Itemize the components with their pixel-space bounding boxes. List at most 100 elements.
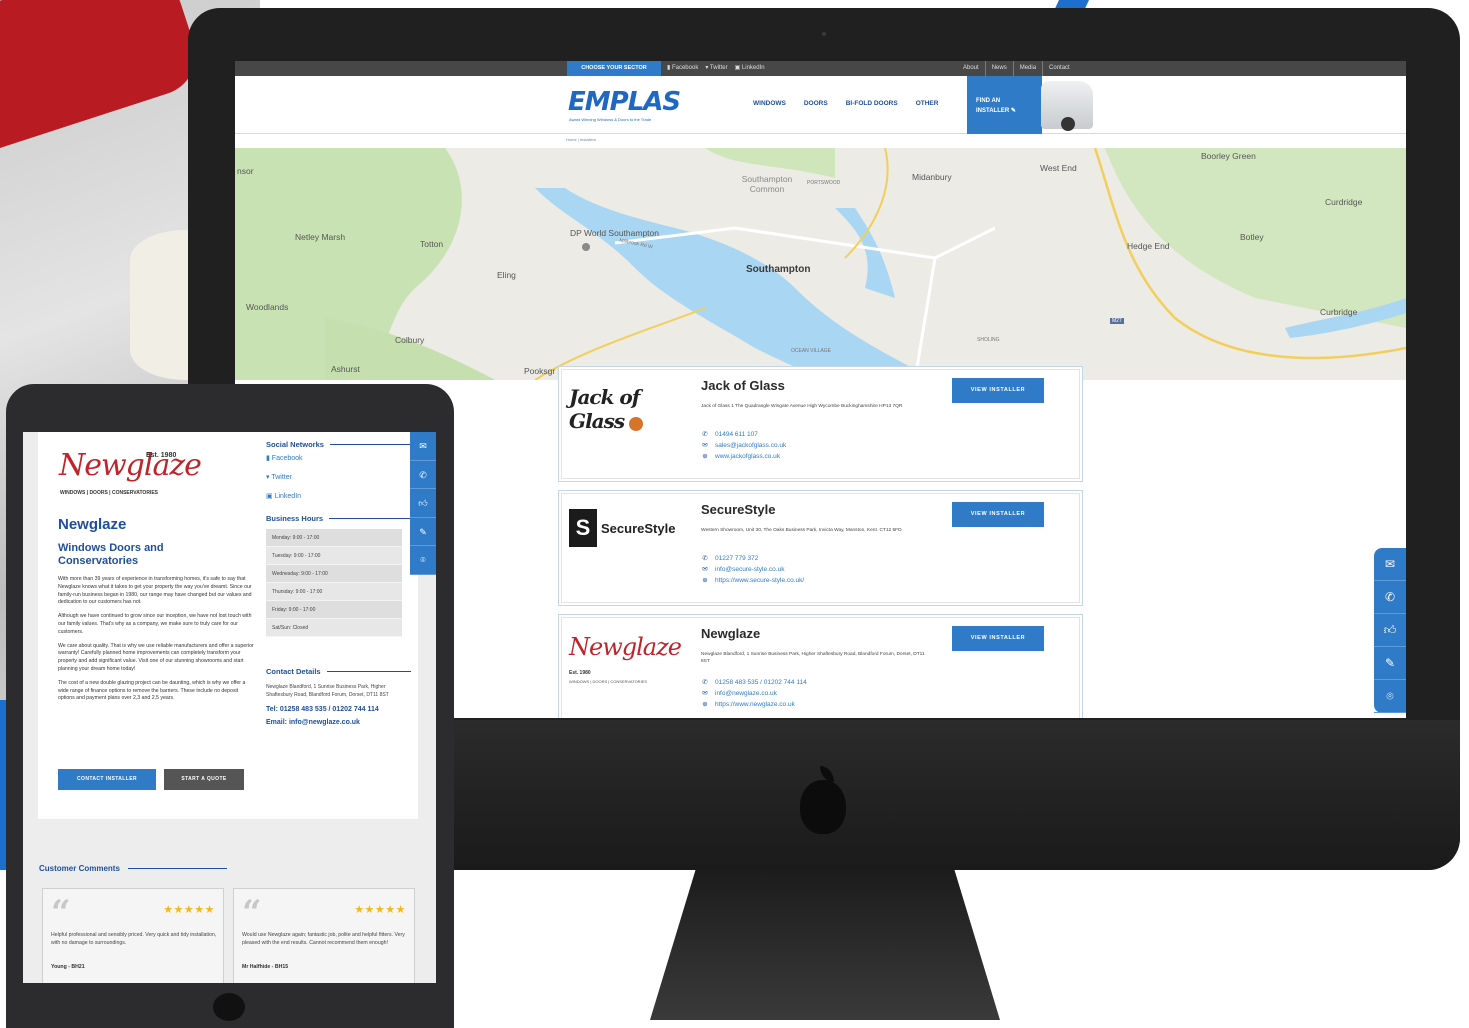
installer-card: Jack of Glass Jack of Glass Jack of Glas… <box>558 366 1083 482</box>
description-paragraph: Although we have continued to grow since… <box>58 613 252 635</box>
twitter-label: Twitter <box>709 65 728 71</box>
contact-email[interactable]: Email: info@newglaze.co.uk <box>266 716 411 729</box>
breadcrumb[interactable]: Home | Installers <box>566 137 596 142</box>
facebook-label: Facebook <box>271 455 303 462</box>
map-label: Southampton <box>746 264 811 275</box>
contact-address: Newglaze Blandford, 1 Sunrise Business P… <box>266 684 389 698</box>
installer-card: S SecureStyle SecureStyle Western Showroo… <box>558 490 1083 606</box>
website-row[interactable]: ⊕ www.jackofglass.co.uk <box>701 451 786 462</box>
website-row[interactable]: ⊕ https://www.newglaze.co.uk <box>701 699 807 710</box>
choose-sector-button[interactable]: CHOOSE YOUR SECTOR <box>567 61 661 76</box>
contact-link[interactable]: Contact <box>1042 61 1076 76</box>
contact-tel[interactable]: Tel: 01258 483 535 / 01202 744 114 <box>266 703 411 716</box>
site-header: EMPLAS Award Winning Windows & Doors to … <box>235 76 1406 134</box>
linkedin-link[interactable]: ▣ LinkedIn <box>735 61 765 76</box>
mail-icon: ✉ <box>702 566 708 573</box>
news-link[interactable]: News <box>984 61 1013 76</box>
securestyle-logo-text: SecureStyle <box>601 520 676 536</box>
profile-sidebar: Social Networks ▮ Facebook ▾ Twitter ▣ L… <box>266 432 411 729</box>
phone-icon: ✆ <box>702 431 708 438</box>
business-hours-table: Monday: 9:00 - 17:00 Tuesday: 9:00 - 17:… <box>266 529 402 637</box>
hours-row: Monday: 9:00 - 17:00 <box>266 529 402 547</box>
map-label: Eling <box>497 270 516 280</box>
installer-name: Jack of Glass <box>701 378 785 393</box>
view-installer-button[interactable]: VIEW INSTALLER <box>952 626 1044 651</box>
map-label: OCEAN VILLAGE <box>791 348 832 354</box>
start-quote-button[interactable]: START A QUOTE <box>164 769 244 790</box>
top-links: About News Media Contact <box>957 61 1076 76</box>
mail-icon[interactable]: ✉ <box>410 432 436 461</box>
comments-heading: Customer Comments <box>39 864 227 873</box>
installer-address: Newglaze Blandford, 1 Sunrise Business P… <box>701 652 925 664</box>
tools-icon[interactable]: ✎ <box>1374 647 1406 680</box>
emplas-logo[interactable]: EMPLAS <box>568 87 681 117</box>
rating-stars: ★★★★★ <box>163 904 215 916</box>
description-paragraph: We care about quality. That is why we us… <box>58 642 254 672</box>
newglaze-logo-est: Est. 1980 <box>569 670 591 676</box>
thumbs-up-icon[interactable]: 👍︎ <box>1374 614 1406 647</box>
map-label: Ashurst <box>331 364 360 374</box>
map-label: DP World Southampton <box>570 228 659 238</box>
contact-installer-button[interactable]: CONTACT INSTALLER <box>58 769 156 790</box>
hours-heading: Business Hours <box>266 514 411 523</box>
phone-icon[interactable]: ✆ <box>1374 581 1406 614</box>
jack-of-glass-logo: Jack of Glass <box>569 385 689 433</box>
phone-row[interactable]: ✆ 01227 779 372 <box>701 553 804 564</box>
newglaze-est: Est. 1980 <box>146 452 177 459</box>
map-label: SHOLING <box>977 337 1000 343</box>
location-icon[interactable]: ⌾ <box>1374 680 1406 713</box>
website-row[interactable]: ⊕ https://www.secure-style.co.uk/ <box>701 575 804 586</box>
about-link[interactable]: About <box>957 61 985 76</box>
phone-row[interactable]: ✆ 01258 483 535 / 01202 744 114 <box>701 677 806 688</box>
installer-map[interactable]: nsor Southampton Common PORTSWOOD Midanb… <box>235 148 1406 380</box>
installer-contact: ✆ 01258 483 535 / 01202 744 114 ✉ info@new… <box>701 677 807 710</box>
map-label: Southampton Common <box>741 174 793 194</box>
tablet-home-button <box>213 993 245 1021</box>
find-installer-line1: FIND AN <box>976 98 1001 104</box>
location-icon[interactable]: ⌾ <box>410 546 436 575</box>
phone-icon: ✆ <box>702 555 708 562</box>
email-text: info@secure-style.co.uk <box>715 566 785 573</box>
hours-row: Friday: 9:00 - 17:00 <box>266 601 402 619</box>
map-label: Totton <box>420 239 444 249</box>
phone-row[interactable]: ✆ 01494 611 107 <box>701 429 786 440</box>
contact-heading: Contact Details <box>266 667 411 676</box>
description-paragraph: The cost of a new double glazing project… <box>58 679 246 702</box>
nav-other[interactable]: OTHER <box>916 100 939 107</box>
installer-name: Newglaze <box>701 626 761 641</box>
linkedin-link[interactable]: ▣ LinkedIn <box>266 487 411 506</box>
phone-icon[interactable]: ✆ <box>410 461 436 490</box>
thumbs-up-icon[interactable]: 👍︎ <box>410 489 436 518</box>
map-label: West End <box>1040 163 1077 173</box>
tablet-side-actions: ✉ ✆ 👍︎ ✎ ⌾ <box>410 432 436 575</box>
email-row[interactable]: ✉ sales@jackofglass.co.uk <box>701 440 786 451</box>
nav-bifold-doors[interactable]: BI-FOLD DOORS <box>846 100 898 107</box>
tools-icon[interactable]: ✎ <box>410 518 436 547</box>
nav-doors[interactable]: DOORS <box>804 100 828 107</box>
media-link[interactable]: Media <box>1012 61 1042 76</box>
phone-icon: ✆ <box>702 679 708 686</box>
nav-windows[interactable]: WINDOWS <box>753 100 786 107</box>
twitter-link[interactable]: ▾ Twitter <box>266 468 411 487</box>
facebook-link[interactable]: ▮ Facebook <box>667 61 698 76</box>
facebook-link[interactable]: ▮ Facebook <box>266 449 411 468</box>
jack-logo-badge <box>628 416 643 431</box>
view-installer-button[interactable]: VIEW INSTALLER <box>952 502 1044 527</box>
find-installer-button[interactable]: FIND AN INSTALLER ✎ <box>967 76 1042 134</box>
twitter-link[interactable]: ▾ Twitter <box>705 61 727 76</box>
email-row[interactable]: ✉ info@newglaze.co.uk <box>701 688 807 699</box>
linkedin-label: LinkedIn <box>741 65 765 71</box>
website-text: https://www.secure-style.co.uk/ <box>715 577 805 584</box>
newglaze-subtitle: WINDOWS | DOORS | CONSERVATORIES <box>60 490 158 496</box>
website-text: www.jackofglass.co.uk <box>715 453 781 460</box>
mail-icon[interactable]: ✉ <box>1374 548 1406 581</box>
main-nav: WINDOWS DOORS BI-FOLD DOORS OTHER <box>753 100 938 107</box>
tablet-screen: Newglaze Est. 1980 WINDOWS | DOORS | CON… <box>23 432 436 983</box>
view-installer-button[interactable]: VIEW INSTALLER <box>952 378 1044 403</box>
wrench-icon: ✎ <box>1010 108 1016 114</box>
email-row[interactable]: ✉ info@secure-style.co.uk <box>701 564 804 575</box>
description-paragraph: With more than 39 years of experience in… <box>58 576 252 606</box>
map-label: Boorley Green <box>1201 151 1256 161</box>
hours-row: Sat/Sun: Closed <box>266 619 402 637</box>
globe-icon: ⊕ <box>702 453 708 460</box>
